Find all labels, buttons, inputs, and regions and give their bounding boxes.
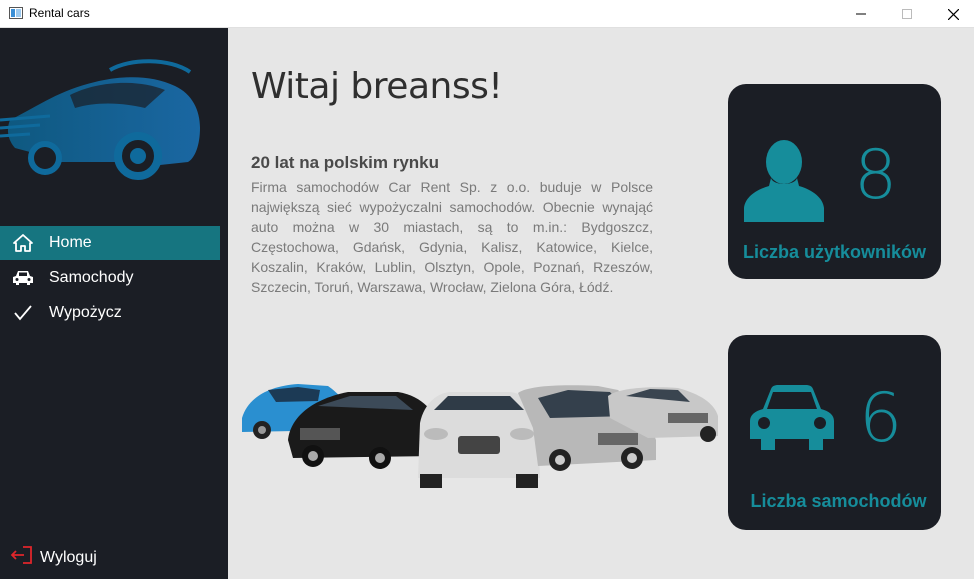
car-logo-icon <box>0 59 200 180</box>
title-bar: Rental cars <box>0 0 974 28</box>
sidebar-item-wypozycz[interactable]: Wypożycz <box>0 296 220 330</box>
checkmark-icon <box>11 303 35 323</box>
users-count: 8 <box>854 136 898 215</box>
app-icon <box>9 7 23 19</box>
close-icon <box>947 8 959 20</box>
car-icon <box>11 268 35 288</box>
page-title: Witaj breanss! <box>251 66 503 107</box>
car-icon <box>750 385 834 450</box>
users-label: Liczba użytkowników <box>742 242 927 262</box>
maximize-icon <box>902 9 912 19</box>
logout-label: Wyloguj <box>40 548 97 566</box>
users-stat-card: 8 Liczba użytkowników <box>728 84 941 279</box>
sidebar-item-label: Samochody <box>49 269 134 286</box>
user-icon <box>744 140 824 222</box>
logout-icon <box>10 546 32 569</box>
sidebar: Home Samochody Wypożycz Wyloguj <box>0 28 228 579</box>
company-description: Firma samochodów Car Rent Sp. z o.o. bud… <box>251 179 653 295</box>
minimize-button[interactable] <box>838 0 884 28</box>
sidebar-item-home[interactable]: Home <box>0 226 220 260</box>
logout-button[interactable]: Wyloguj <box>10 546 97 569</box>
cars-label: Liczba samochodów <box>750 491 927 511</box>
sidebar-item-samochody[interactable]: Samochody <box>0 261 220 295</box>
sidebar-item-label: Wypożycz <box>49 304 122 321</box>
home-icon <box>11 233 35 253</box>
minimize-icon <box>856 13 866 15</box>
cars-lineup-image <box>242 384 718 488</box>
cars-count: 6 <box>859 379 903 458</box>
window-title: Rental cars <box>29 6 90 20</box>
sidebar-item-label: Home <box>49 234 92 251</box>
maximize-button[interactable] <box>884 0 930 28</box>
close-button[interactable] <box>930 0 974 28</box>
section-heading: 20 lat na polskim rynku <box>251 153 440 172</box>
cars-stat-card: 6 Liczba samochodów <box>728 335 941 530</box>
